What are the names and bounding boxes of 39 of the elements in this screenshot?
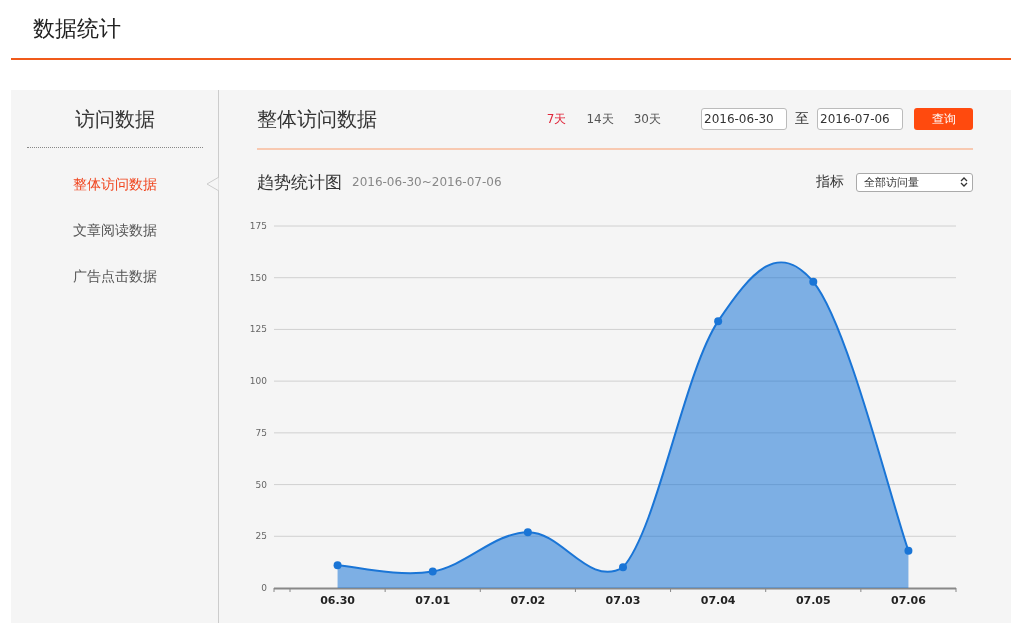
y-tick-label: 150: [249, 272, 267, 283]
x-tick-label: 06.30: [320, 594, 355, 606]
y-tick-label: 75: [255, 427, 267, 438]
sidebar-item[interactable]: 广告点击数据: [11, 266, 218, 286]
x-tick-label: 07.02: [510, 594, 546, 606]
data-point: [523, 528, 532, 537]
y-tick-label: 125: [249, 324, 267, 335]
data-point: [714, 317, 723, 326]
date-field[interactable]: 2016-06-30: [701, 108, 787, 130]
date-separator: 至: [795, 110, 809, 128]
y-tick-label: 100: [249, 376, 267, 387]
range-tab[interactable]: 30天: [633, 110, 661, 128]
x-tick-label: 07.06: [891, 594, 926, 606]
y-tick-label: 25: [255, 531, 267, 542]
date-field[interactable]: 2016-07-06: [817, 108, 903, 130]
page-title: 数据统计: [33, 15, 121, 43]
x-tick-label: 07.05: [795, 594, 831, 606]
x-tick-label: 07.01: [415, 594, 451, 606]
metric-select[interactable]: 全部访问量: [856, 172, 973, 192]
sidebar-title: 访问数据: [26, 106, 203, 148]
data-point: [904, 546, 913, 555]
updown-caret-icon: [960, 177, 968, 187]
sidebar-item[interactable]: 整体访问数据: [11, 174, 218, 194]
section-title: 整体访问数据: [257, 105, 378, 133]
y-tick-label: 0: [261, 583, 267, 593]
x-tick-label: 07.03: [605, 594, 641, 606]
x-tick-label: 07.04: [700, 594, 736, 606]
chart-period: 2016-06-30~2016-07-06: [352, 175, 503, 189]
data-point: [809, 277, 818, 286]
y-tick-label: 175: [249, 221, 267, 231]
chart-title: 趋势统计图: [257, 170, 342, 194]
data-point: [428, 567, 437, 576]
range-tab[interactable]: 7天: [546, 110, 567, 128]
y-tick-label: 50: [255, 479, 267, 490]
sidebar-item[interactable]: 文章阅读数据: [11, 220, 218, 240]
metric-label: 指标: [816, 173, 844, 191]
data-point: [619, 563, 627, 572]
data-point: [333, 561, 342, 570]
range-tab[interactable]: 14天: [586, 110, 614, 128]
